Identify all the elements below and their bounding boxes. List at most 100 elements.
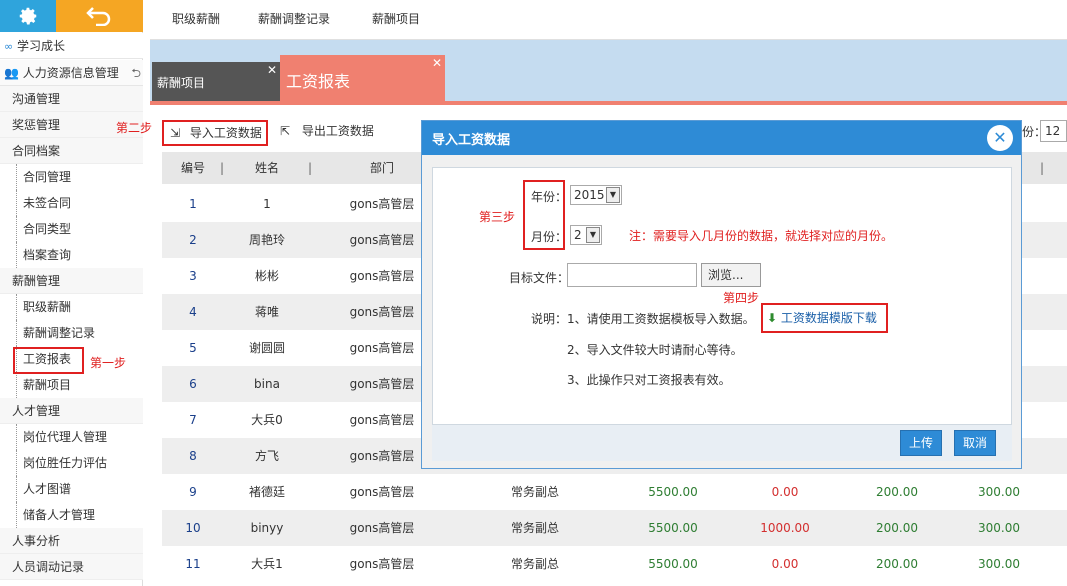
table-row[interactable]: 10 binyy gons高管层 常务副总 5500.00 1000.00 200.00 30… bbox=[162, 510, 1067, 546]
month-filter-select[interactable]: 12月 bbox=[1040, 120, 1067, 142]
close-icon[interactable]: ✕ bbox=[432, 56, 442, 70]
sidebar-item-label: 未签合同 bbox=[23, 196, 72, 210]
sidebar-item-label: 人才管理 bbox=[12, 404, 61, 418]
cell-id: 6 bbox=[189, 377, 197, 391]
file-label: 目标文件： bbox=[509, 271, 570, 285]
cell-id: 2 bbox=[189, 233, 197, 247]
cell-name: 1 bbox=[263, 197, 271, 211]
sidebar-item-hr-info[interactable]: 👥 人力资源信息管理 ⮌ bbox=[0, 60, 143, 86]
column-divider: | bbox=[220, 161, 225, 175]
sidebar-item[interactable]: 薪酬调整记录 bbox=[16, 320, 143, 346]
sidebar-item[interactable]: 沟通管理 bbox=[0, 86, 143, 112]
sidebar-item-label: 人员调动记录 bbox=[12, 560, 85, 574]
cell-name: 褚德廷 bbox=[248, 485, 285, 499]
sidebar-item[interactable]: 储备人才管理 bbox=[16, 502, 143, 528]
cell-position: 常务副总 bbox=[510, 557, 559, 571]
close-icon[interactable]: ✕ bbox=[987, 125, 1013, 151]
sidebar-item[interactable]: 档案查询 bbox=[16, 242, 143, 268]
sidebar-item-label: 储备人才管理 bbox=[23, 508, 96, 522]
year-value: 2015 bbox=[574, 188, 605, 202]
month-value: 2 bbox=[574, 228, 582, 242]
sidebar-item-label: 合同档案 bbox=[12, 144, 61, 158]
year-select[interactable]: 2015 ▼ bbox=[570, 185, 622, 205]
month-select[interactable]: 2 ▼ bbox=[570, 225, 602, 245]
column-divider: | bbox=[308, 161, 313, 175]
sidebar-item[interactable]: 职级薪酬 bbox=[16, 294, 143, 320]
back-arrow-icon bbox=[86, 7, 111, 26]
cell-dept: gons高管层 bbox=[349, 197, 415, 211]
import-salary-button[interactable]: ⇲ 导入工资数据 bbox=[162, 120, 268, 146]
cell-deduction: 0.00 bbox=[771, 485, 799, 499]
cell-name: 谢圆圆 bbox=[248, 341, 285, 355]
cancel-button[interactable]: 取消 bbox=[954, 430, 996, 456]
table-row[interactable]: 9 褚德廷 gons高管层 常务副总 5500.00 0.00 200.00 300.00 bbox=[162, 474, 1067, 510]
browse-button[interactable]: 浏览... bbox=[701, 263, 761, 287]
topnav-salary-adjust[interactable]: 薪酬调整记录 bbox=[258, 0, 330, 40]
sidebar-item[interactable]: 岗位代理人管理 bbox=[16, 424, 143, 450]
export-salary-button[interactable]: ⇱ 导出工资数据 bbox=[280, 120, 374, 146]
dialog-footer: 上传 取消 bbox=[432, 425, 1012, 461]
cell-name: 蒋唯 bbox=[254, 305, 279, 319]
sidebar-item-label: 职级薪酬 bbox=[23, 300, 72, 314]
column-divider: | bbox=[1040, 161, 1045, 175]
sidebar-item[interactable]: 人事分析 bbox=[0, 528, 143, 554]
cell-id: 8 bbox=[189, 449, 197, 463]
sidebar-item[interactable]: 合同管理 bbox=[16, 164, 143, 190]
sidebar: ∞ 学习成长 👥 人力资源信息管理 ⮌ 沟通管理奖惩管理合同档案合同管理未签合同… bbox=[0, 0, 143, 586]
tab-salary-items[interactable]: 薪酬项目 ✕ bbox=[152, 62, 280, 101]
chevron-down-icon: ▼ bbox=[586, 227, 600, 243]
download-label: 工资数据模版下载 bbox=[780, 311, 877, 325]
sidebar-item[interactable]: 合同类型 bbox=[16, 216, 143, 242]
download-template-link[interactable]: ⬇ 工资数据模版下载 bbox=[761, 303, 888, 333]
column-header: 部门 bbox=[369, 161, 394, 175]
import-label: 导入工资数据 bbox=[189, 126, 262, 140]
file-input[interactable] bbox=[567, 263, 697, 287]
cell-name: binyy bbox=[250, 521, 284, 535]
sidebar-item[interactable]: 人才图谱 bbox=[16, 476, 143, 502]
tab-label: 工资报表 bbox=[286, 72, 351, 91]
cell-subsidy: 300.00 bbox=[978, 557, 1020, 571]
topnav-rank-salary[interactable]: 职级薪酬 bbox=[172, 0, 220, 40]
step1-highlight bbox=[13, 347, 84, 374]
tab-salary-report[interactable]: 工资报表 ✕ bbox=[280, 55, 445, 101]
import-icon: ⇲ bbox=[170, 126, 181, 140]
settings-button[interactable] bbox=[0, 0, 56, 32]
cell-id: 3 bbox=[189, 269, 197, 283]
sidebar-item[interactable]: 未签合同 bbox=[16, 190, 143, 216]
cell-dept: gons高管层 bbox=[349, 413, 415, 427]
cell-dept: gons高管层 bbox=[349, 305, 415, 319]
cell-name: 彬彬 bbox=[254, 269, 279, 283]
cell-subsidy: 300.00 bbox=[978, 521, 1020, 535]
sidebar-item[interactable]: 薪酬管理 bbox=[0, 268, 143, 294]
sidebar-item-label: 薪酬调整记录 bbox=[23, 326, 96, 340]
desc-line-2: 2、导入文件较大时请耐心等待。 bbox=[567, 343, 743, 357]
back-button[interactable] bbox=[56, 0, 143, 32]
sidebar-item[interactable]: 人才管理 bbox=[0, 398, 143, 424]
cell-dept: gons高管层 bbox=[349, 485, 415, 499]
sidebar-item-label: 人力资源信息管理 bbox=[22, 66, 119, 80]
sidebar-item-label: 奖惩管理 bbox=[12, 118, 61, 132]
return-icon[interactable]: ⮌ bbox=[131, 60, 141, 86]
cell-id: 4 bbox=[189, 305, 197, 319]
sidebar-item[interactable]: 岗位胜任力评估 bbox=[16, 450, 143, 476]
cell-id: 5 bbox=[189, 341, 197, 355]
dialog-header: 导入工资数据 ✕ bbox=[422, 121, 1021, 155]
sidebar-item[interactable]: 薪酬项目 bbox=[16, 372, 143, 398]
cell-dept: gons高管层 bbox=[349, 521, 415, 535]
sidebar-item-label: 学习成长 bbox=[17, 39, 66, 53]
desc-label: 说明： bbox=[531, 312, 568, 326]
cell-subsidy: 300.00 bbox=[978, 485, 1020, 499]
sidebar-item-study[interactable]: ∞ 学习成长 bbox=[0, 33, 143, 59]
step1-annotation: 第一步 bbox=[90, 356, 127, 370]
table-row[interactable]: 11 大兵1 gons高管层 常务副总 5500.00 0.00 200.00 300.00 bbox=[162, 546, 1067, 582]
cell-dept: gons高管层 bbox=[349, 341, 415, 355]
sidebar-item[interactable]: 人员调动记录 bbox=[0, 554, 143, 580]
cell-allowance: 200.00 bbox=[876, 557, 918, 571]
upload-button[interactable]: 上传 bbox=[900, 430, 942, 456]
sidebar-item[interactable]: 合同档案 bbox=[0, 138, 143, 164]
topnav-salary-items[interactable]: 薪酬项目 bbox=[372, 0, 420, 40]
close-icon[interactable]: ✕ bbox=[267, 63, 277, 77]
step4-annotation: 第四步 bbox=[723, 291, 760, 305]
cell-dept: gons高管层 bbox=[349, 557, 415, 571]
sidebar-item-label: 档案查询 bbox=[23, 248, 72, 262]
